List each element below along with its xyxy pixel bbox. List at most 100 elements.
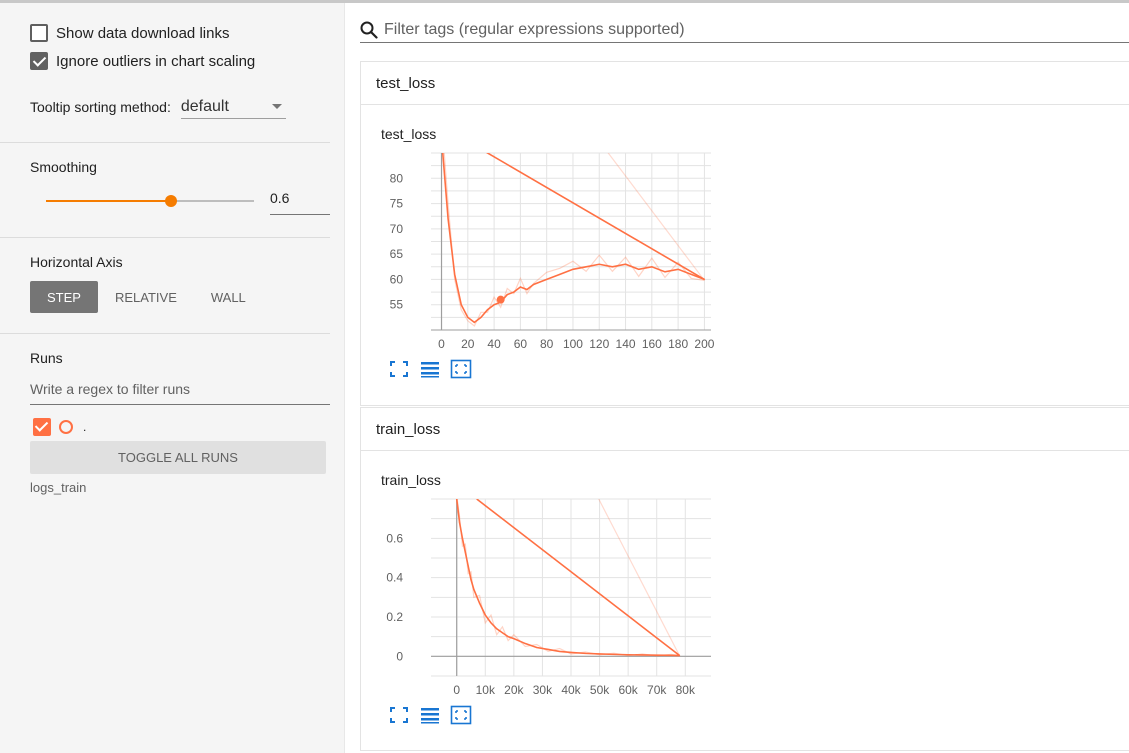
chart-title: test_loss [381,126,437,142]
x-tick-label: 80k [676,683,696,697]
runs-title: Runs [30,350,63,366]
series-point [656,654,658,656]
tag-filter-placeholder: Filter tags (regular expressions support… [384,20,685,38]
horizontal-axis-title: Horizontal Axis [30,254,123,270]
series-point [664,271,666,273]
series-point [598,653,601,655]
series-point [473,588,475,591]
axis-step-button[interactable]: STEP [30,281,98,313]
smoothing-slider-thumb[interactable] [164,195,177,207]
axis-relative-button[interactable]: RELATIVE [98,281,194,313]
series-point [532,283,535,286]
series-point [584,652,586,654]
chart-actions [388,705,481,725]
x-tick-label: 140 [616,337,636,351]
series-point [470,579,472,581]
run-item[interactable]: . [33,418,86,436]
series-point [486,309,489,311]
series-point [460,304,462,306]
tooltip-sorting-row: Tooltip sorting method: default [30,95,286,119]
run-color-circle-icon[interactable] [59,420,73,434]
series-point [585,266,587,268]
fit-domain-icon[interactable] [450,359,472,379]
x-tick-label: 80 [540,337,554,351]
dropdown-caret-icon [271,104,282,109]
fit-domain-icon[interactable] [450,705,472,725]
ignore-outliers-label: Ignore outliers in chart scaling [56,52,256,70]
series-point [627,654,629,656]
x-tick-label: 40k [561,683,581,697]
tooltip-sorting-label: Tooltip sorting method: [30,99,171,115]
toggle-all-runs-button[interactable]: TOGGLE ALL RUNS [30,441,326,474]
ignore-outliers-checkbox[interactable] [30,52,48,70]
x-tick-label: 180 [668,337,688,351]
search-icon [360,21,378,39]
tooltip-sorting-select[interactable]: default [180,95,286,119]
y-tick-label: 0.2 [386,610,403,624]
show-download-links-checkbox[interactable] [30,24,48,42]
tooltip-sorting-value: default [180,97,229,115]
series-point [467,565,469,567]
series-point [519,286,521,288]
divider [0,333,330,334]
series-point [670,654,672,656]
chart-actions [388,359,481,379]
x-tick-label: 160 [642,337,662,351]
y-tick-label: 70 [390,222,404,236]
horizontal-axis-buttons: STEP RELATIVE WALL [30,281,263,313]
series-point [703,278,706,281]
x-tick-label: 60k [618,683,638,697]
x-tick-label: 20 [461,337,475,351]
series-point [611,266,614,268]
series-point [526,288,528,291]
y-tick-label: 0 [396,649,403,663]
chart-card-train-loss: train_loss 0 10k 20k 30k 40k 50k 60k 70k 80k 0 0.2… [360,451,1129,751]
tag-group-title: test_loss [376,74,436,92]
series-point [507,636,509,638]
runs-filter-input[interactable]: Write a regex to filter runs [30,381,330,405]
series-point [478,602,481,604]
tag-group-header-train-loss[interactable]: train_loss [360,407,1129,451]
series-point [641,654,644,656]
series-point [678,654,681,657]
y-tick-label: 65 [390,247,404,261]
y-tick-label: 55 [390,298,404,312]
run-checkbox[interactable] [33,418,51,436]
series-point [490,622,492,624]
toggle-log-scale-icon[interactable] [419,359,441,379]
series-point [458,522,461,524]
tag-group-header-test-loss[interactable]: test_loss [360,61,1129,105]
sidebar: Show data download links Ignore outliers… [0,3,345,753]
ignore-outliers-option[interactable]: Ignore outliers in chart scaling [30,52,255,70]
fullscreen-icon[interactable] [388,705,410,725]
run-label: . [83,420,87,434]
show-download-links-option[interactable]: Show data download links [30,24,229,42]
toggle-log-scale-icon[interactable] [419,705,441,725]
y-tick-label: 0.4 [386,571,403,585]
series-point [536,646,538,649]
tag-filter-search[interactable]: Filter tags (regular expressions support… [360,17,1129,43]
smoothing-slider[interactable] [46,195,254,207]
test-loss-chart[interactable]: 0 20 40 60 80 100 120 140 160 180 200 55 60 65 70 75 80 [371,145,731,360]
series-point [677,268,679,270]
run-directory-label: logs_train [30,480,87,495]
series-point [513,638,515,640]
y-tick-label: 75 [390,197,404,211]
smoothing-input[interactable]: 0.6 [270,190,330,215]
tag-group-title: train_loss [376,420,441,438]
series-raw-line [456,499,680,657]
series-point [473,321,475,324]
series-point [546,278,548,281]
x-tick-label: 10k [476,683,496,697]
series-point [461,537,464,539]
series-point [480,316,482,318]
train-loss-chart[interactable]: 0 10k 20k 30k 40k 50k 60k 70k 80k 0 0.2 0.4 0.6 [371,491,731,706]
series-point [493,304,495,306]
series-point [506,294,508,296]
highlight-point [496,295,505,304]
x-tick-label: 200 [694,337,714,351]
series-point [467,316,469,318]
fullscreen-icon[interactable] [388,359,410,379]
axis-wall-button[interactable]: WALL [194,281,263,313]
series-point [501,632,504,634]
